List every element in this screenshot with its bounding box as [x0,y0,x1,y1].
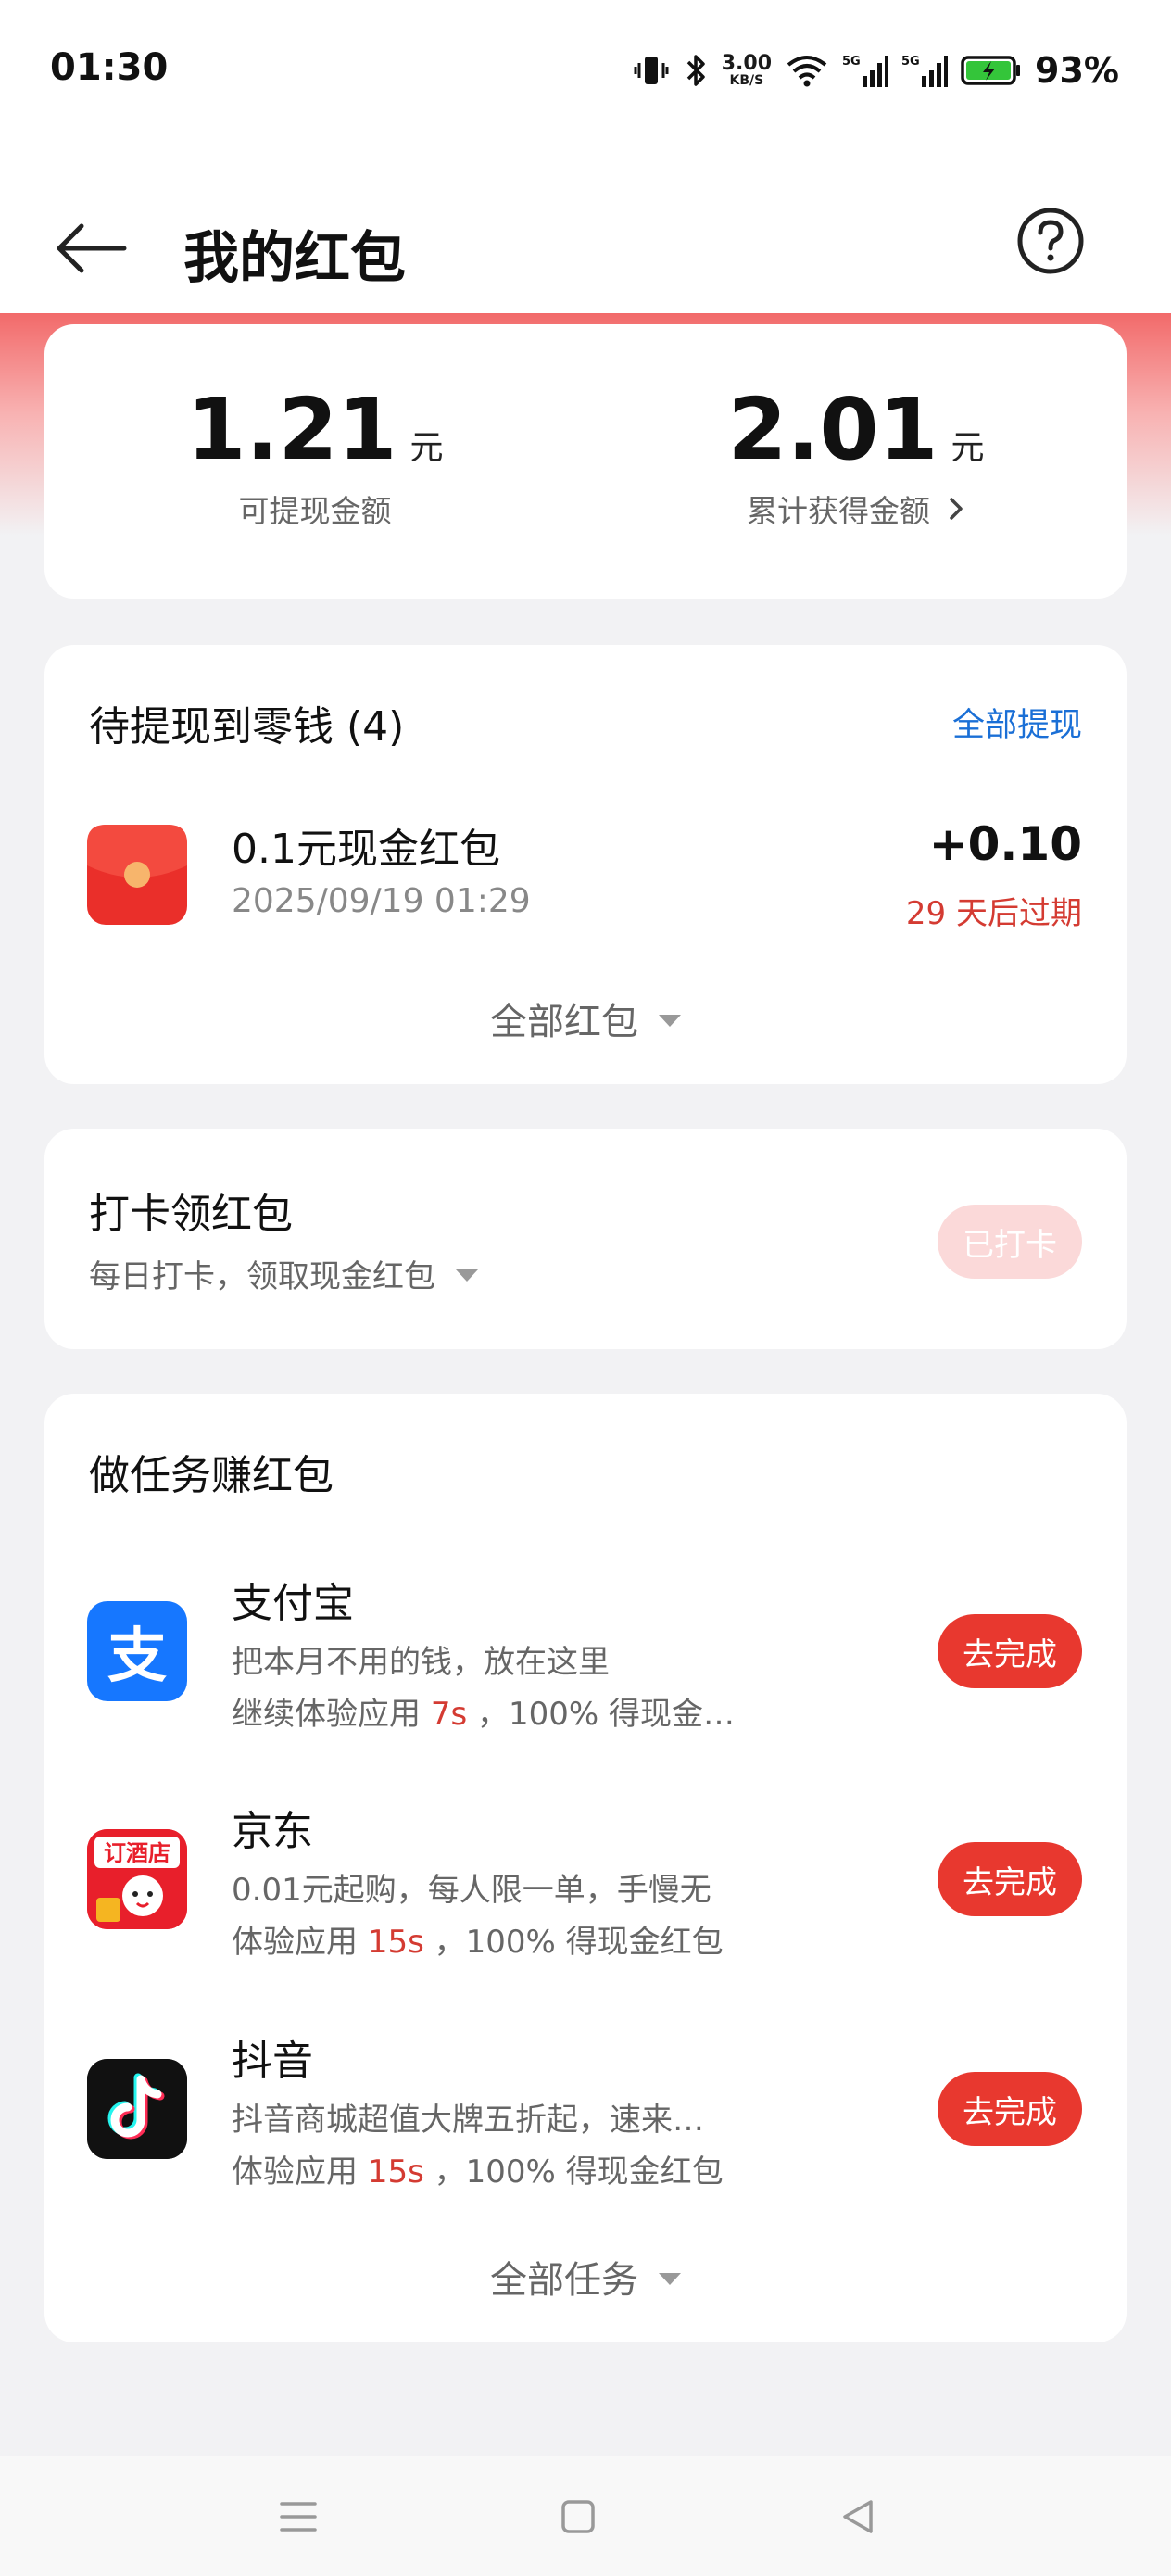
home-square-icon [561,2500,595,2533]
battery-percent: 93% [1035,50,1119,91]
signal-5g-icon-2: 5G [901,52,949,89]
task-name: 京东 [232,1808,313,1855]
task-line-suffix: ，100% 得现金… [476,1696,735,1733]
task-complete-button[interactable]: 去完成 [938,1842,1082,1916]
douyin-icon [87,2059,187,2159]
red-packet-time: 2025/09/19 01:29 [232,882,531,920]
triangle-down-icon [659,2272,681,2285]
withdrawable-section[interactable]: 1.21 元 可提现金额 [44,380,586,531]
back-triangle-icon [843,2500,873,2533]
amount-summary-card: 1.21 元 可提现金额 2.01 元 累计获得金额 [44,324,1127,599]
svg-text:订酒店: 订酒店 [104,1840,170,1866]
task-complete-button[interactable]: 去完成 [938,2072,1082,2146]
network-speed: 3.00 KB/S [721,52,773,88]
checkin-title: 打卡领红包 [89,1191,293,1238]
tasks-card: 做任务赚红包 支 支付宝 把本月不用的钱，放在这里 继续体验应用 7s ，100… [44,1394,1127,2342]
triangle-down-icon [456,1269,478,1282]
total-label: 累计获得金额 [747,493,930,529]
pending-title: 待提现到零钱 (4) [89,703,405,751]
task-name: 支付宝 [232,1580,354,1627]
status-icons: 3.00 KB/S 5G 5G 93% [633,46,1119,95]
total-amount: 2.01 [727,380,938,479]
help-button[interactable] [1015,206,1086,276]
alipay-icon: 支 [87,1601,187,1701]
all-red-packets-label: 全部红包 [490,1001,638,1043]
withdraw-all-link[interactable]: 全部提现 [952,699,1082,746]
checkin-card: 打卡领红包 每日打卡，领取现金红包 已打卡 [44,1129,1127,1349]
menu-icon [280,2502,317,2532]
jd-hotel-icon: 订酒店 [87,1829,187,1929]
task-line-prefix: 体验应用 [232,1924,358,1961]
all-tasks-toggle[interactable]: 全部任务 [44,2250,1127,2304]
net-speed-unit: KB/S [729,73,764,88]
bluetooth-icon [683,52,709,89]
task-line-prefix: 体验应用 [232,2153,358,2191]
total-earned-section[interactable]: 2.01 元 累计获得金额 [586,380,1127,531]
task-line-prefix: 继续体验应用 [232,1696,421,1733]
vibrate-icon [633,52,670,89]
red-packet-title: 0.1元现金红包 [232,826,500,873]
task-reward-line: 体验应用 15s ，100% 得现金红包 [232,2146,724,2191]
app-header: 我的红包 [0,148,1171,313]
task-desc: 0.01元起购，每人限一单，手慢无 [232,1872,711,1909]
checkin-subtitle: 每日打卡，领取现金红包 [89,1258,435,1295]
task-line-suffix: ，100% 得现金红包 [434,2153,724,2191]
svg-text:5G: 5G [842,55,861,69]
task-name: 抖音 [232,2038,313,2085]
withdrawable-unit: 元 [409,429,444,467]
withdrawable-label: 可提现金额 [238,493,392,529]
task-desc: 抖音商城超值大牌五折起，速来… [232,2102,704,2139]
triangle-down-icon [659,1014,681,1027]
task-line-suffix: ，100% 得现金红包 [434,1924,724,1961]
back-nav-button[interactable] [830,2489,886,2544]
net-speed-value: 3.00 [721,52,773,75]
system-nav-bar [0,2456,1171,2576]
task-desc: 把本月不用的钱，放在这里 [232,1644,610,1681]
status-bar: 01:30 3.00 KB/S 5G 5G 93% [0,0,1171,148]
back-button[interactable] [52,209,130,287]
signal-5g-icon: 5G [842,52,889,89]
task-seconds: 15s [367,1924,424,1961]
task-reward-line: 体验应用 15s ，100% 得现金红包 [232,1916,724,1962]
all-red-packets-toggle[interactable]: 全部红包 [44,991,1127,1045]
red-packet-amount: +0.10 [928,817,1082,871]
withdrawable-amount: 1.21 [186,380,397,479]
page-title: 我的红包 [183,226,406,291]
arrow-left-icon [57,223,127,273]
task-seconds: 15s [367,2153,424,2191]
task-reward-line: 继续体验应用 7s ，100% 得现金… [232,1688,735,1734]
tasks-title: 做任务赚红包 [89,1452,334,1499]
question-circle-icon [1017,208,1084,274]
checkin-subtitle-toggle[interactable]: 每日打卡，领取现金红包 [89,1251,478,1296]
checked-in-button[interactable]: 已打卡 [938,1205,1082,1279]
total-unit: 元 [951,429,985,467]
wifi-icon [785,52,829,89]
status-time: 01:30 [50,46,169,89]
all-tasks-label: 全部任务 [490,2259,638,2302]
menu-nav-button[interactable] [271,2489,326,2544]
task-complete-button[interactable]: 去完成 [938,1614,1082,1688]
task-seconds: 7s [430,1696,468,1733]
svg-text:5G: 5G [901,55,920,69]
pending-withdraw-card: 待提现到零钱 (4) 全部提现 0.1元现金红包 2025/09/19 01:2… [44,645,1127,1084]
chevron-right-icon [950,498,963,520]
battery-charging-icon [961,52,1022,89]
home-nav-button[interactable] [550,2489,606,2544]
red-packet-icon [87,825,187,925]
red-packet-expire: 29 天后过期 [905,895,1082,932]
